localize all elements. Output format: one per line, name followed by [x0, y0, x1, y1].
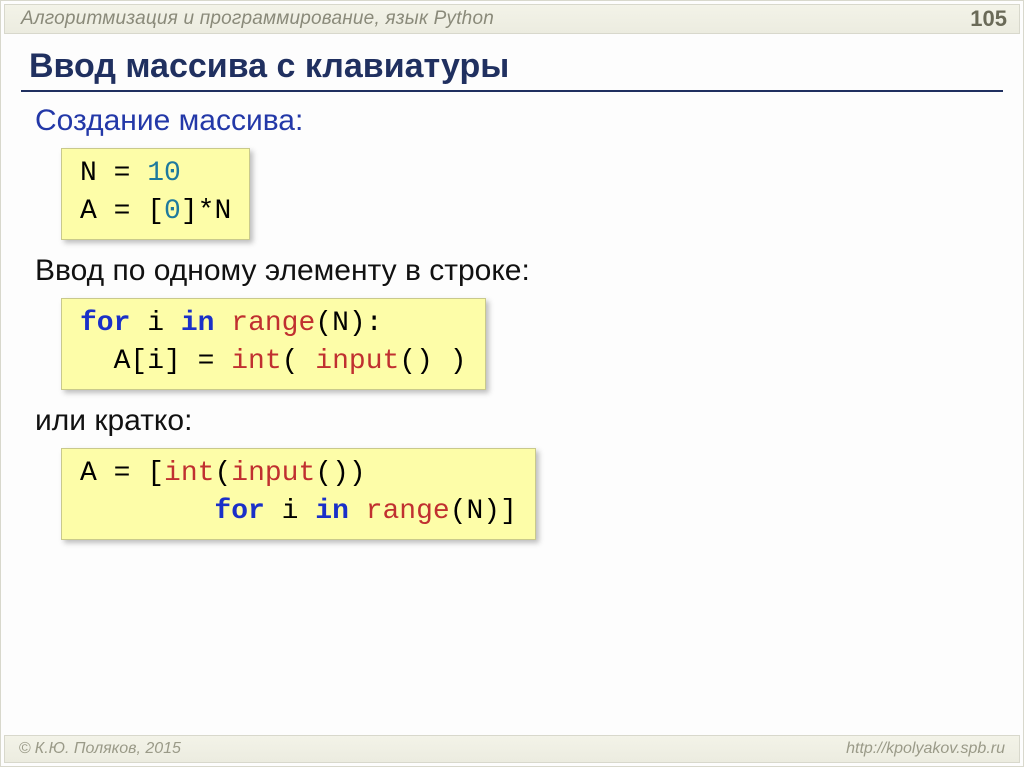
title-rule	[21, 90, 1003, 92]
copyright-text: К.Ю. Поляков, 2015	[35, 740, 181, 757]
subheading-short: или кратко:	[35, 404, 1003, 438]
code-func: range	[366, 496, 450, 527]
code-block-loop: for i in range(N): A[i] = int( input() )	[61, 298, 486, 390]
code-keyword: for	[80, 308, 130, 339]
code-text: A	[80, 196, 97, 227]
code-literal: 0	[164, 196, 181, 227]
breadcrumb-lang: язык Python	[385, 8, 494, 29]
subheading-create: Создание массива:	[35, 104, 1003, 138]
code-func: range	[231, 308, 315, 339]
code-text: = [	[97, 458, 164, 489]
code-text: N	[80, 158, 97, 189]
code-keyword: in	[315, 496, 349, 527]
code-text	[214, 308, 231, 339]
code-func: int	[164, 458, 214, 489]
code-literal: 10	[147, 158, 181, 189]
code-text: ())	[315, 458, 365, 489]
code-text: = [	[97, 196, 164, 227]
breadcrumb-prefix: Алгоритмизация и программирование	[21, 8, 374, 29]
code-func: int	[231, 346, 281, 377]
copyright: ©К.Ю. Поляков, 2015	[19, 740, 181, 758]
page-title: Ввод массива с клавиатуры	[29, 47, 1003, 86]
code-text: A[i]	[80, 346, 181, 377]
page-number: 105	[970, 6, 1007, 32]
slide: Алгоритмизация и программирование, язык …	[0, 0, 1024, 767]
code-func: input	[315, 346, 399, 377]
code-func: input	[231, 458, 315, 489]
code-keyword: in	[181, 308, 215, 339]
footer-bar: ©К.Ю. Поляков, 2015 http://kpolyakov.spb…	[4, 735, 1020, 763]
code-text: =	[181, 346, 231, 377]
content: Ввод массива с клавиатуры Создание масси…	[21, 41, 1003, 726]
code-text: i	[265, 496, 315, 527]
code-text: =	[97, 158, 147, 189]
code-text: ]*N	[181, 196, 231, 227]
code-text	[349, 496, 366, 527]
footer-url: http://kpolyakov.spb.ru	[846, 740, 1005, 758]
code-text: () )	[399, 346, 466, 377]
code-keyword: for	[214, 496, 264, 527]
copyright-icon: ©	[19, 740, 31, 757]
code-text: (N):	[315, 308, 382, 339]
code-text: i	[130, 308, 180, 339]
code-text: (N)]	[450, 496, 517, 527]
code-text: (	[282, 346, 316, 377]
code-block-create: N = 10 A = [0]*N	[61, 148, 250, 240]
subheading-input-each: Ввод по одному элементу в строке:	[35, 254, 1003, 288]
code-text	[80, 496, 214, 527]
breadcrumb-sep: ,	[374, 8, 385, 29]
code-text: A	[80, 458, 97, 489]
header-bar: Алгоритмизация и программирование, язык …	[4, 4, 1020, 34]
breadcrumb: Алгоритмизация и программирование, язык …	[21, 8, 494, 30]
code-block-comprehension: A = [int(input()) for i in range(N)]	[61, 448, 536, 540]
code-text: (	[214, 458, 231, 489]
